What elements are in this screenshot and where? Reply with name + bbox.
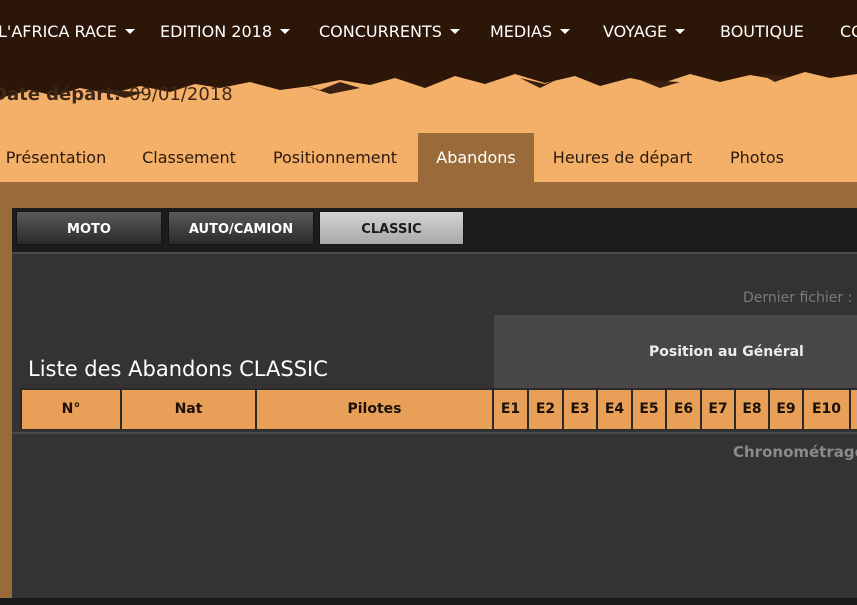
column-header-e4[interactable]: E4 — [598, 390, 631, 429]
timing-credit: Chronométrage — [733, 443, 857, 461]
column-header-e9[interactable]: E9 — [770, 390, 802, 429]
subtab-auto-camion[interactable]: AUTO/CAMION — [168, 211, 314, 245]
last-file-info: Dernier fichier : ( — [743, 290, 857, 306]
tab-abandons[interactable]: Abandons — [418, 133, 534, 182]
divider — [12, 252, 857, 254]
nav-item-voyage[interactable]: VOYAGE — [603, 22, 686, 41]
caret-down-icon — [560, 29, 571, 34]
column-header-e7[interactable]: E7 — [702, 390, 734, 429]
nav-item-contact[interactable]: CO — [840, 22, 857, 41]
column-header-e6[interactable]: E6 — [667, 390, 700, 429]
column-header-e2[interactable]: E2 — [529, 390, 562, 429]
caret-down-icon — [124, 29, 135, 34]
top-navigation: L'AFRICA RACE EDITION 2018 CONCURRENTS M… — [0, 0, 857, 66]
footer-bar — [0, 598, 857, 605]
departure-date: Date départ: 09/01/2018 — [0, 84, 233, 105]
column-header-e5[interactable]: E5 — [633, 390, 665, 429]
tab-heures-depart[interactable]: Heures de départ — [545, 133, 700, 182]
tab-presentation[interactable]: Présentation — [0, 133, 112, 182]
nav-item-africa-race[interactable]: L'AFRICA RACE — [0, 22, 135, 41]
position-general-header: Position au Général — [494, 315, 857, 388]
tab-positionnement[interactable]: Positionnement — [262, 133, 408, 182]
column-header-nat[interactable]: Nat — [122, 390, 255, 429]
nav-item-concurrents[interactable]: CONCURRENTS — [319, 22, 460, 41]
caret-down-icon — [280, 29, 291, 34]
tab-photos[interactable]: Photos — [716, 133, 798, 182]
subtab-moto[interactable]: MOTO — [16, 211, 162, 245]
column-header-e3[interactable]: E3 — [564, 390, 596, 429]
caret-down-icon — [449, 29, 460, 34]
column-header-e8[interactable]: E8 — [736, 390, 768, 429]
nav-item-medias[interactable]: MEDIAS — [490, 22, 571, 41]
column-header-e10[interactable]: E10 — [804, 390, 849, 429]
tab-classement[interactable]: Classement — [130, 133, 248, 182]
nav-item-boutique[interactable]: BOUTIQUE — [720, 22, 804, 41]
list-title: Liste des Abandons CLASSIC — [28, 357, 328, 381]
nav-item-edition[interactable]: EDITION 2018 — [160, 22, 291, 41]
subtab-classic[interactable]: CLASSIC — [319, 211, 464, 245]
column-header-e1[interactable]: E1 — [494, 390, 527, 429]
page-tabs: Présentation Classement Positionnement A… — [0, 133, 857, 182]
caret-down-icon — [675, 29, 686, 34]
column-header-more — [851, 390, 857, 429]
column-header-pilotes[interactable]: Pilotes — [257, 390, 492, 429]
divider — [12, 432, 857, 434]
column-header-number[interactable]: N° — [22, 390, 120, 429]
